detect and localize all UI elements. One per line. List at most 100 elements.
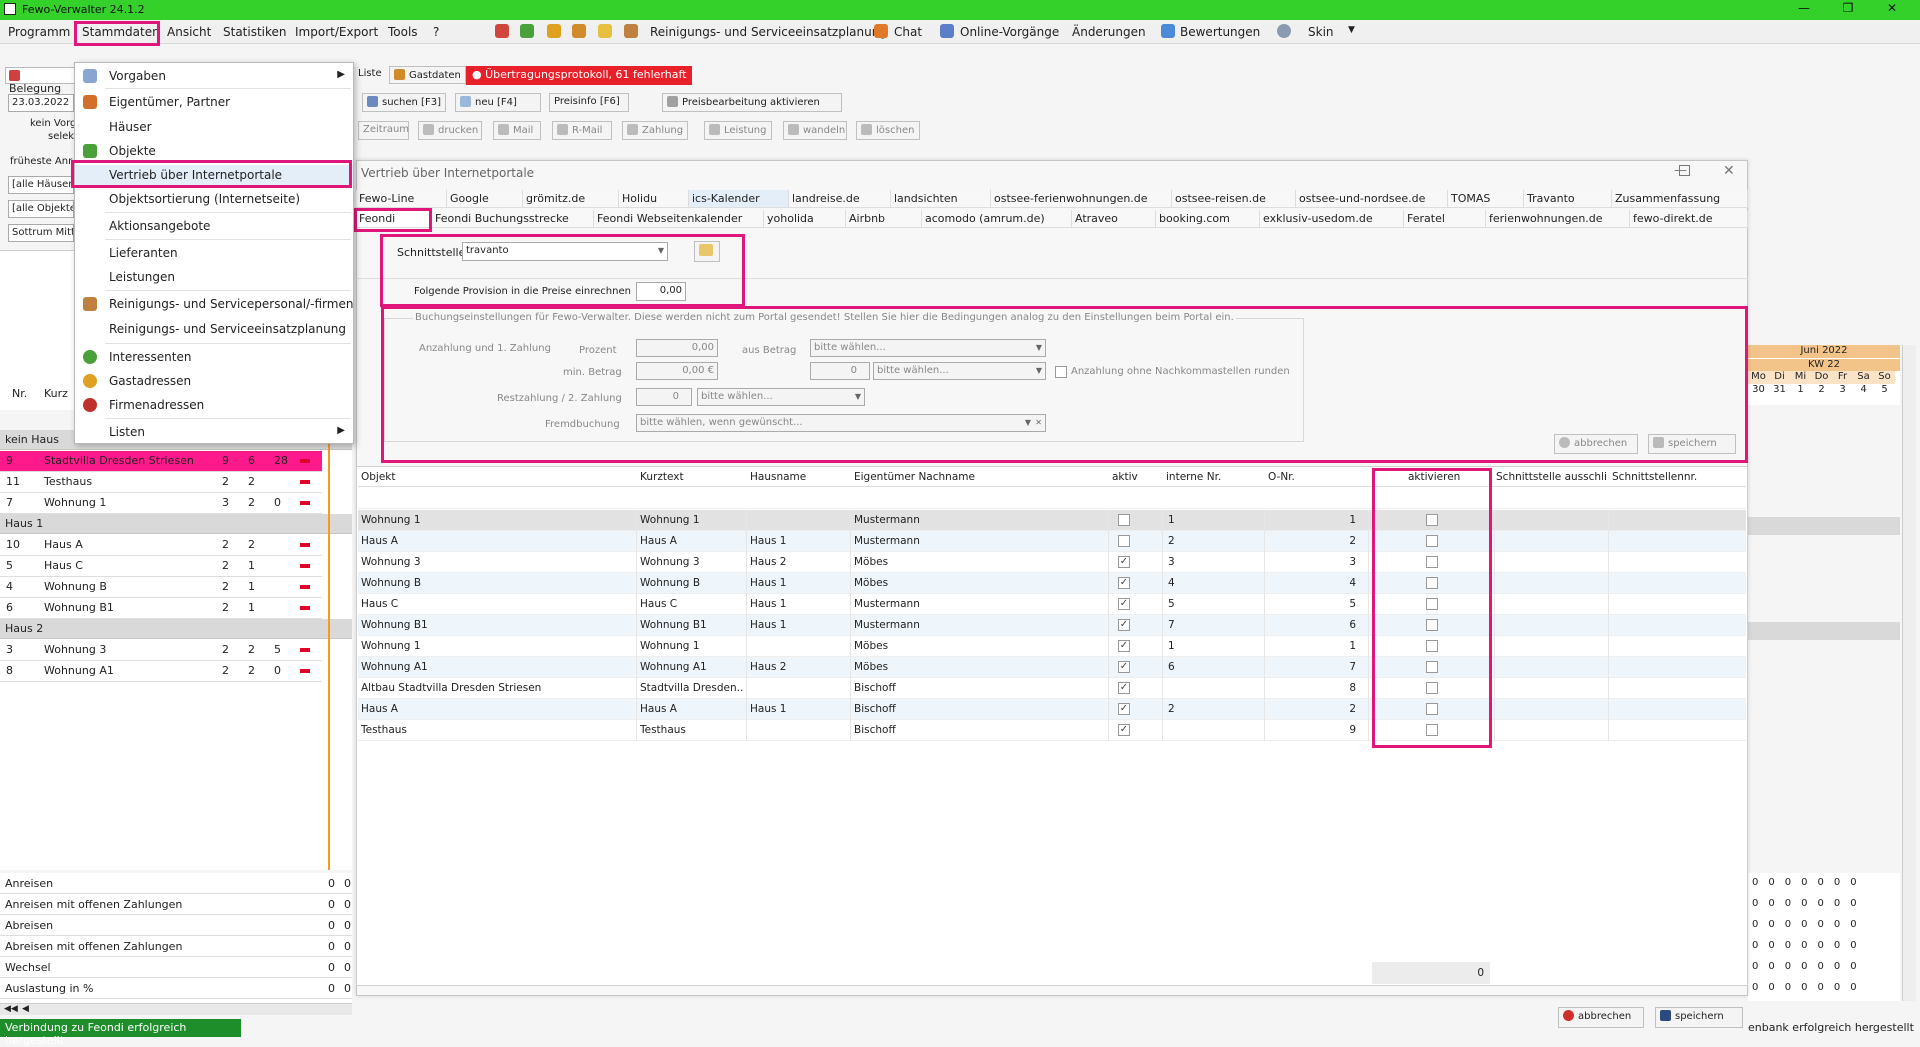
tool-icon-1[interactable] bbox=[495, 24, 509, 38]
aktiv-checkbox[interactable] bbox=[1118, 514, 1130, 526]
aktivieren-checkbox[interactable] bbox=[1426, 703, 1438, 715]
save-button[interactable]: speichern bbox=[1655, 1007, 1743, 1028]
menu-ansicht[interactable]: Ansicht bbox=[167, 25, 211, 39]
table-row[interactable]: Testhaus Testhaus Bischoff 9 ✓ bbox=[358, 720, 1746, 741]
scroll-left-icon[interactable]: ◀◀ bbox=[4, 1004, 18, 1014]
tab-landsichten[interactable]: landsichten bbox=[891, 190, 991, 207]
menu-help[interactable]: ? bbox=[433, 25, 439, 39]
tab-feondi-webseitenkalender[interactable]: Feondi Webseitenkalender bbox=[594, 210, 764, 227]
aktivieren-checkbox[interactable] bbox=[1426, 577, 1438, 589]
menu-import-export[interactable]: Import/Export bbox=[295, 25, 378, 39]
tab-liste[interactable]: Liste bbox=[354, 66, 386, 84]
tab-fewo-line[interactable]: Fewo-Line bbox=[356, 190, 447, 207]
menu-item-eigentuemer[interactable]: Eigentümer, Partner bbox=[75, 92, 353, 112]
belegung-tab[interactable]: Belegung bbox=[5, 67, 75, 95]
list-item[interactable]: 7 Wohnung 1 3 2 0 bbox=[0, 493, 322, 514]
aktivieren-checkbox[interactable] bbox=[1426, 640, 1438, 652]
filter-ort[interactable]: Sottrum Mitte bbox=[8, 224, 74, 242]
booking-save-button[interactable]: speichern bbox=[1648, 434, 1736, 454]
delete-button[interactable]: löschen bbox=[856, 121, 920, 140]
menu-tools[interactable]: Tools bbox=[388, 25, 418, 39]
aktivieren-checkbox[interactable] bbox=[1426, 682, 1438, 694]
table-row[interactable]: Wohnung 3 Wohnung 3 Haus 2 Möbes 3 3 ✓ bbox=[358, 552, 1746, 573]
tab-groemitz[interactable]: grömitz.de bbox=[523, 190, 619, 207]
person-icon[interactable] bbox=[547, 24, 561, 38]
aktiv-checkbox[interactable] bbox=[1118, 535, 1130, 547]
aktivieren-checkbox[interactable] bbox=[1426, 514, 1438, 526]
person-orange-icon[interactable] bbox=[572, 24, 586, 38]
dialog-maximize-icon[interactable] bbox=[1679, 165, 1690, 176]
tab-ostsee-reisen[interactable]: ostsee-reisen.de bbox=[1172, 190, 1296, 207]
tool-chat[interactable]: Chat bbox=[894, 25, 922, 39]
menu-statistiken[interactable]: Statistiken bbox=[223, 25, 287, 39]
tab-feratel[interactable]: Feratel bbox=[1404, 210, 1486, 227]
tab-airbnb[interactable]: Airbnb bbox=[846, 210, 922, 227]
grid-filter-row[interactable] bbox=[358, 488, 1746, 509]
tab-ostsee-ferienwohnungen[interactable]: ostsee-ferienwohnungen.de bbox=[991, 190, 1172, 207]
aktivieren-checkbox[interactable] bbox=[1426, 661, 1438, 673]
tab-atraveo[interactable]: Atraveo bbox=[1072, 210, 1156, 227]
provision-input[interactable]: 0,00 bbox=[636, 282, 686, 301]
tab-landreise[interactable]: landreise.de bbox=[789, 190, 891, 207]
filter-haeuser[interactable]: [alle Häuser] bbox=[8, 176, 74, 194]
aktiv-checkbox[interactable]: ✓ bbox=[1118, 577, 1130, 589]
aktiv-checkbox[interactable]: ✓ bbox=[1118, 682, 1130, 694]
spin-input-1[interactable]: 0 bbox=[810, 362, 870, 380]
aktiv-checkbox[interactable]: ✓ bbox=[1118, 556, 1130, 568]
left-scrollbar[interactable]: ◀◀ ◀ bbox=[0, 1003, 352, 1015]
tab-holidu[interactable]: Holidu bbox=[619, 190, 689, 207]
menu-item-reinigungspersonal[interactable]: Reinigungs- und Servicepersonal/-firmen bbox=[75, 294, 353, 314]
aktivieren-checkbox[interactable] bbox=[1426, 619, 1438, 631]
list-item[interactable]: 6 Wohnung B1 2 1 bbox=[0, 598, 322, 619]
aktivieren-checkbox[interactable] bbox=[1426, 598, 1438, 610]
aktiv-checkbox[interactable]: ✓ bbox=[1118, 598, 1130, 610]
aktiv-checkbox[interactable]: ✓ bbox=[1118, 724, 1130, 736]
rest-input[interactable]: 0 bbox=[636, 388, 692, 406]
aktiv-checkbox[interactable]: ✓ bbox=[1118, 703, 1130, 715]
list-item[interactable]: 3 Wohnung 3 2 2 5 bbox=[0, 640, 322, 661]
schnittstelle-select[interactable]: travanto ▼ bbox=[462, 242, 668, 261]
aus-betrag-select[interactable]: bitte wählen... ▼ bbox=[810, 339, 1046, 357]
col-hausname[interactable]: Hausname bbox=[750, 471, 806, 483]
tab-yoholida[interactable]: yoholida bbox=[764, 210, 846, 227]
home-icon[interactable] bbox=[520, 24, 534, 38]
chat-icon[interactable] bbox=[874, 24, 888, 38]
chevron-down-icon[interactable]: ▼ bbox=[1348, 25, 1355, 35]
tab-google[interactable]: Google bbox=[447, 190, 523, 207]
tab-fewo-direkt[interactable]: fewo-direkt.de bbox=[1630, 210, 1748, 227]
tab-feondi[interactable]: Feondi bbox=[356, 210, 432, 227]
wandeln-button[interactable]: wandeln bbox=[783, 121, 847, 140]
online-icon[interactable] bbox=[940, 24, 954, 38]
tab-feondi-buchungsstrecke[interactable]: Feondi Buchungsstrecke bbox=[432, 210, 594, 227]
min-betrag-input[interactable]: 0,00 € bbox=[636, 362, 718, 380]
prozent-input[interactable]: 0,00 bbox=[636, 339, 718, 357]
zahlung-button[interactable]: Zahlung bbox=[622, 121, 688, 140]
right-scrollbar[interactable] bbox=[1902, 345, 1916, 1001]
menu-programm[interactable]: Programm bbox=[8, 25, 70, 39]
aktivieren-checkbox[interactable] bbox=[1426, 556, 1438, 568]
tool-reinigung[interactable]: Reinigungs- und Serviceeinsatzplanung bbox=[650, 25, 887, 39]
cancel-button[interactable]: abbrechen bbox=[1558, 1007, 1644, 1028]
table-row[interactable]: Haus A Haus A Haus 1 Mustermann 2 2 bbox=[358, 531, 1746, 552]
preisinfo-button[interactable]: Preisinfo [F6] bbox=[549, 93, 629, 112]
col-kurztext[interactable]: Kurztext bbox=[640, 471, 684, 483]
date-field[interactable]: 23.03.2022 bbox=[8, 94, 74, 112]
cleaning-person-icon[interactable] bbox=[624, 24, 638, 38]
zeitraum-button[interactable]: Zeitraum bbox=[358, 121, 409, 140]
betrag-select-2[interactable]: bitte wählen... ▼ bbox=[873, 362, 1046, 380]
rmail-button[interactable]: R-Mail bbox=[552, 121, 612, 140]
table-row[interactable]: Wohnung 1 Wohnung 1 Möbes 1 1 ✓ bbox=[358, 636, 1746, 657]
star-icon[interactable] bbox=[1161, 24, 1175, 38]
tool-bewertungen[interactable]: Bewertungen bbox=[1180, 25, 1260, 39]
col-aktiv[interactable]: aktiv bbox=[1112, 471, 1138, 483]
menu-item-objekte[interactable]: Objekte bbox=[75, 141, 353, 161]
list-item[interactable]: 5 Haus C 2 1 bbox=[0, 556, 322, 577]
menu-item-lieferanten[interactable]: Lieferanten bbox=[75, 243, 353, 263]
tab-ics-kalender[interactable]: ics-Kalender bbox=[689, 190, 789, 207]
print-button[interactable]: drucken bbox=[418, 121, 482, 140]
list-item[interactable]: 8 Wohnung A1 2 2 0 bbox=[0, 661, 322, 682]
table-row[interactable]: Wohnung 1 Wohnung 1 Mustermann 1 1 bbox=[358, 510, 1746, 531]
col-eigentuemer[interactable]: Eigentümer Nachname bbox=[854, 471, 975, 483]
table-row[interactable]: Haus C Haus C Haus 1 Mustermann 5 5 ✓ bbox=[358, 594, 1746, 615]
aktivieren-checkbox[interactable] bbox=[1426, 535, 1438, 547]
